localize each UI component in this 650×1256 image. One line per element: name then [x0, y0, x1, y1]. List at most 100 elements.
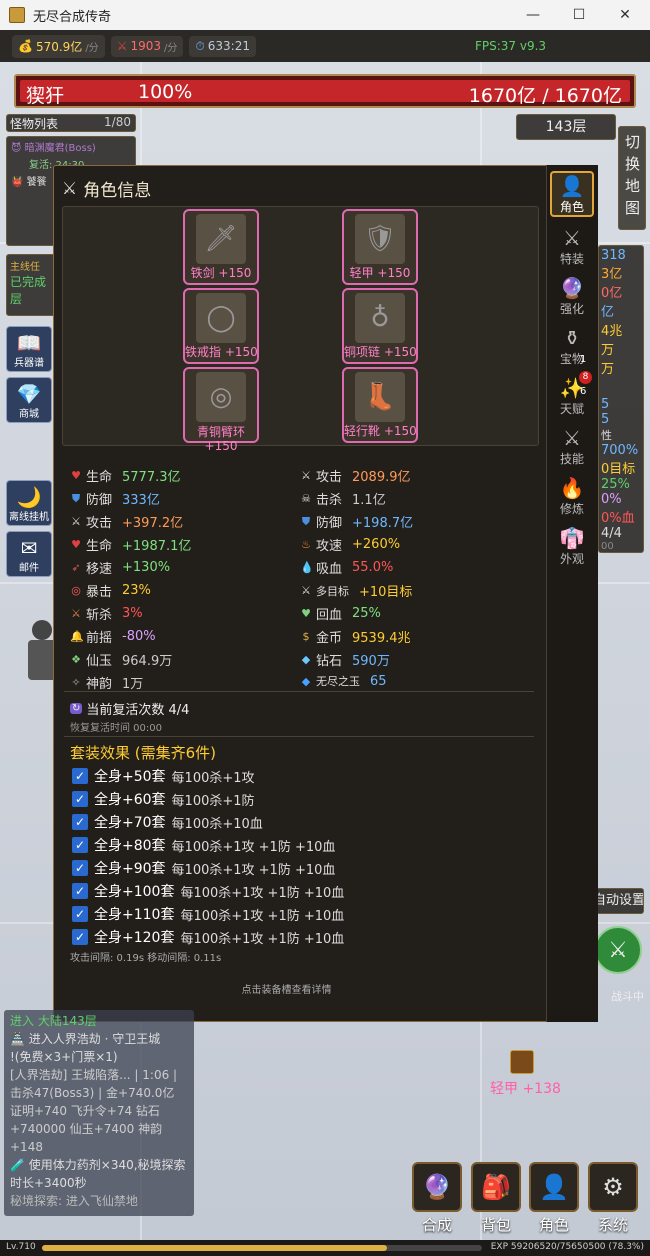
- boss-entry-name: 暗渊魔君(Boss): [24, 143, 96, 154]
- minimize-button[interactable]: —: [510, 0, 556, 30]
- tab-swords[interactable]: ⚔ 技能: [550, 421, 594, 467]
- checkbox-checked-icon[interactable]: ✓: [72, 906, 88, 922]
- person-icon: 👤: [559, 174, 585, 198]
- notification-badge: 8: [579, 371, 592, 384]
- backpack-label: 背包: [480, 1216, 511, 1234]
- character-button[interactable]: 👤 角色: [529, 1162, 579, 1238]
- demon-icon: 👹: [11, 177, 24, 188]
- stat-left: 🔔 前摇 -80%: [70, 627, 156, 646]
- exp-fill: [42, 1245, 387, 1251]
- offline-idle-button[interactable]: 🌙 离线挂机: [6, 480, 52, 526]
- equip-slot-boots[interactable]: 👢 轻行靴 +150: [342, 367, 418, 443]
- equip-name: 青铜臂环 +150: [196, 425, 245, 453]
- switch-map-button[interactable]: 切换地图: [618, 126, 646, 230]
- boss-hp-bar: 猰犴 100% 1670亿 / 1670亿: [14, 74, 636, 108]
- tab-label: 天赋: [559, 402, 584, 416]
- bell-icon: 🔔: [70, 630, 84, 643]
- auto-settings-button[interactable]: 自动设置: [596, 888, 644, 914]
- swords-icon: ⚔: [301, 469, 311, 482]
- list-item[interactable]: 😈 暗渊魔君(Boss): [7, 137, 135, 156]
- set-bonus-row: ✓ 全身+110套 每100杀+1攻 +1防 +10血: [72, 904, 344, 924]
- close-window-button[interactable]: ✕: [602, 0, 648, 30]
- stat-value: 1.1亿: [352, 493, 386, 508]
- equip-slot-necklace[interactable]: ♁ 铜项链 +150: [342, 288, 418, 364]
- checkbox-checked-icon[interactable]: ✓: [72, 929, 88, 945]
- synthesize-button[interactable]: 🔮 合成: [412, 1162, 462, 1238]
- boots-icon: 👢: [355, 372, 405, 422]
- revive-icon: ↻: [70, 703, 83, 714]
- equip-slot-ring[interactable]: ◯ 铁戒指 +150: [183, 288, 259, 364]
- tab-robe[interactable]: 👘 外观: [550, 521, 594, 567]
- set-bonus-row: ✓ 全身+80套 每100杀+1攻 +1防 +10血: [72, 835, 335, 855]
- checkbox-checked-icon[interactable]: ✓: [72, 860, 88, 876]
- equip-slot-armor[interactable]: 🛡 轻甲 +150: [342, 209, 418, 285]
- stat-key: 吸血: [316, 562, 343, 577]
- stat-key: 回血: [316, 608, 343, 623]
- tab-label: 外观: [559, 552, 584, 566]
- armor-icon: 🛡: [355, 214, 405, 264]
- stat-key: 钻石: [316, 654, 343, 669]
- gold-rate: 💰 570.9亿/分: [12, 34, 105, 58]
- target-icon: ◎: [71, 584, 81, 597]
- log-text: 使用体力药剂×340,秘境探索时长+3400秒: [10, 1158, 186, 1190]
- jade-icon: ❖: [71, 653, 81, 666]
- kill-value: 1903: [130, 39, 161, 53]
- set-name: 全身+80套: [94, 838, 166, 854]
- set-desc: 每100杀+10血: [171, 816, 263, 832]
- set-name: 全身+90套: [94, 861, 166, 877]
- system-button[interactable]: ⚙ 系统: [588, 1162, 638, 1238]
- stat-left: ⚔ 攻击 +397.2亿: [70, 512, 183, 531]
- checkbox-checked-icon[interactable]: ✓: [72, 768, 88, 784]
- battle-button[interactable]: ⚔: [594, 926, 642, 974]
- right-stat: 0目标: [601, 462, 636, 477]
- monster-list-header[interactable]: 怪物列表 1/80: [6, 114, 136, 132]
- fire-icon: 🔥: [559, 476, 585, 500]
- player-level: Lv.710: [6, 1242, 36, 1252]
- pot-icon: ⚱: [563, 326, 581, 350]
- stat-left: ♥ 生命 +1987.1亿: [70, 535, 191, 554]
- tab-pot[interactable]: ⚱ 宝物: [550, 321, 594, 367]
- side-tabs: 👤 角色 ⚔ 特装 🔮 强化 ⚱ 宝物 ✨ 天赋 ⚔ 技能 🔥 修炼 👘 外观 1 8 6: [546, 165, 598, 1022]
- necklace-icon: ♁: [355, 293, 405, 343]
- tab-swords[interactable]: ⚔ 特装: [550, 221, 594, 267]
- tab-fire[interactable]: 🔥 修炼: [550, 471, 594, 517]
- window-title: 无尽合成传奇: [33, 9, 112, 25]
- maximize-button[interactable]: ☐: [556, 0, 602, 30]
- quest-panel[interactable]: 主线任 已完成 层: [6, 254, 58, 316]
- checkbox-checked-icon[interactable]: ✓: [72, 837, 88, 853]
- right-stats-panel: 318 3亿 0亿 亿 4兆 万 万 5 5 性 700% 0目标 25% 0%…: [598, 245, 644, 553]
- set-bonus-row: ✓ 全身+50套 每100杀+1攻: [72, 766, 255, 786]
- right-stat: 700%: [601, 443, 639, 458]
- stat-value: +397.2亿: [122, 516, 184, 531]
- quest-floor: 层: [10, 292, 23, 306]
- checkbox-checked-icon[interactable]: ✓: [72, 883, 88, 899]
- shop-button[interactable]: 💎 商城: [6, 377, 52, 423]
- skull-icon: ☠: [301, 492, 311, 505]
- equip-slot-bracer[interactable]: ◎ 青铜臂环 +150: [183, 367, 259, 453]
- person-icon: 👤: [529, 1162, 579, 1212]
- tab-person[interactable]: 👤 角色: [550, 171, 594, 217]
- checkbox-checked-icon[interactable]: ✓: [72, 791, 88, 807]
- swords-icon: ⚔: [301, 584, 311, 597]
- equipment-area: 🗡 铁剑 +150 🛡 轻甲 +150 ◯ 铁戒指 +150 ♁ 铜项链 +150 ◎ 青…: [62, 206, 539, 453]
- stat-value: 5777.3亿: [122, 470, 181, 485]
- backpack-button[interactable]: 🎒 背包: [471, 1162, 521, 1238]
- boss-hp-text: 1670亿 / 1670亿: [468, 85, 622, 107]
- weapon-codex-button[interactable]: 📖 兵器谱: [6, 326, 52, 372]
- checkbox-checked-icon[interactable]: ✓: [72, 814, 88, 830]
- stat-value: 3%: [122, 606, 143, 621]
- equip-slot-weapon[interactable]: 🗡 铁剑 +150: [183, 209, 259, 285]
- chest-icon[interactable]: [510, 1050, 534, 1074]
- tab-label: 强化: [559, 302, 584, 316]
- tab-orb[interactable]: 🔮 强化: [550, 271, 594, 317]
- stat-key: 金币: [316, 631, 343, 646]
- mail-button[interactable]: ✉ 邮件: [6, 531, 52, 577]
- dropped-item-label[interactable]: 轻甲 +138: [490, 1078, 561, 1098]
- stat-right: ◆ 无尽之玉 65: [300, 673, 387, 689]
- stat-key: 生命: [86, 470, 113, 485]
- right-stat: 0亿: [601, 286, 623, 301]
- set-bonus-row: ✓ 全身+70套 每100杀+10血: [72, 812, 263, 832]
- stat-key: 击杀: [316, 493, 343, 508]
- shop-label: 商城: [19, 409, 39, 420]
- boss-hp-percent: 100%: [138, 81, 193, 103]
